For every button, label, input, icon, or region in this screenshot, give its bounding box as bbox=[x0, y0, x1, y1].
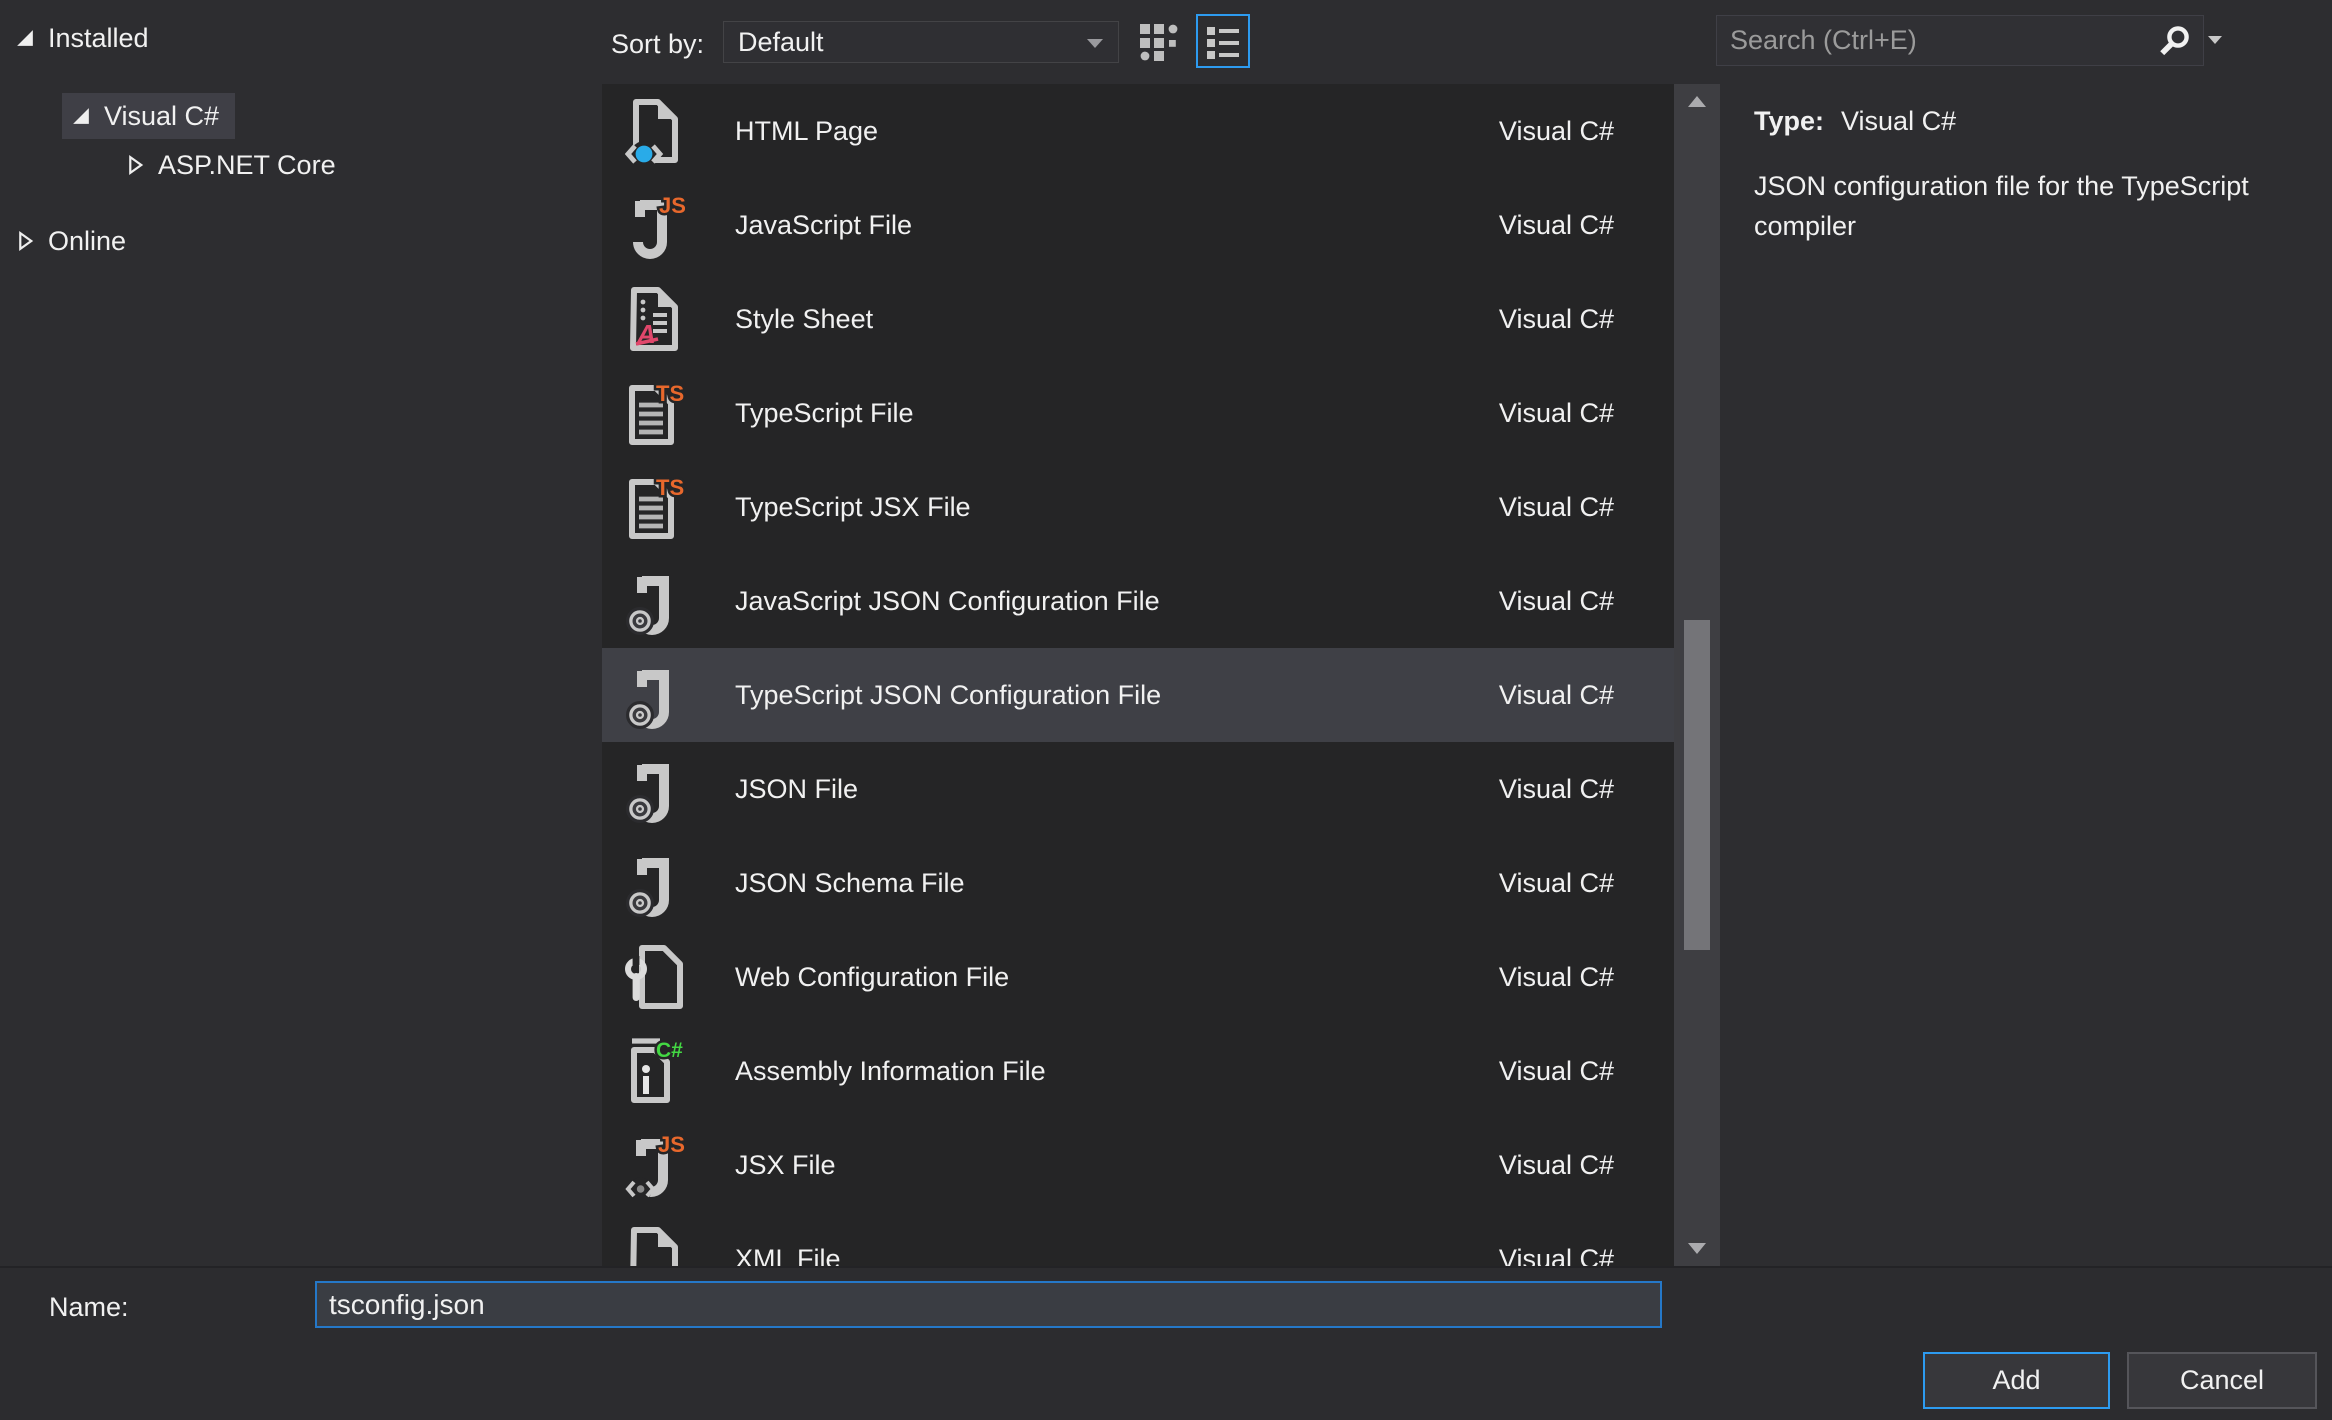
typescript-file-icon: TS bbox=[625, 378, 685, 448]
list-item[interactable]: JSON Schema File Visual C# bbox=[602, 836, 1674, 930]
search-icon[interactable] bbox=[2157, 24, 2191, 58]
template-language: Visual C# bbox=[1499, 1150, 1614, 1181]
type-value: Visual C# bbox=[1841, 106, 1956, 137]
tree-item-label: ASP.NET Core bbox=[158, 150, 336, 181]
xml-file-icon bbox=[625, 1224, 685, 1266]
list-item[interactable]: JS JavaScript File Visual C# bbox=[602, 178, 1674, 272]
sort-by-dropdown[interactable]: Default bbox=[723, 21, 1119, 63]
list-item[interactable]: TS TypeScript File Visual C# bbox=[602, 366, 1674, 460]
list-item[interactable]: TS TypeScript JSX File Visual C# bbox=[602, 460, 1674, 554]
template-name: JSON File bbox=[735, 774, 1499, 805]
svg-text:C#: C# bbox=[656, 1039, 683, 1062]
grid-view-icon[interactable] bbox=[1138, 22, 1182, 64]
tree-item-visual-csharp[interactable]: Visual C# bbox=[62, 93, 235, 139]
javascript-file-icon: JS bbox=[625, 190, 685, 260]
type-label: Type: bbox=[1754, 106, 1824, 137]
tree-item-label: Installed bbox=[48, 23, 149, 54]
template-name: Style Sheet bbox=[735, 304, 1499, 335]
template-language: Visual C# bbox=[1499, 680, 1614, 711]
list-item[interactable]: JavaScript JSON Configuration File Visua… bbox=[602, 554, 1674, 648]
list-scrollbar[interactable] bbox=[1674, 84, 1720, 1266]
template-name: TypeScript JSX File bbox=[735, 492, 1499, 523]
template-name: TypeScript File bbox=[735, 398, 1499, 429]
list-item[interactable]: XML File Visual C# bbox=[602, 1212, 1674, 1266]
list-item[interactable]: C# Assembly Information File Visual C# bbox=[602, 1024, 1674, 1118]
list-view-button[interactable] bbox=[1196, 14, 1250, 68]
list-item[interactable]: HTML Page Visual C# bbox=[602, 84, 1674, 178]
template-language: Visual C# bbox=[1499, 962, 1614, 993]
dropdown-caret-icon bbox=[1087, 39, 1103, 48]
dialog-footer: Name: Add Cancel bbox=[0, 1266, 2332, 1420]
svg-text:JS: JS bbox=[658, 1132, 685, 1157]
tree-item-label: Online bbox=[48, 226, 126, 257]
search-input[interactable] bbox=[1717, 25, 2157, 56]
scrollbar-thumb[interactable] bbox=[1684, 620, 1710, 950]
tree-item-online[interactable]: Online bbox=[14, 218, 126, 264]
list-item[interactable]: A Style Sheet Visual C# bbox=[602, 272, 1674, 366]
tree-item-aspnet-core[interactable]: ASP.NET Core bbox=[124, 142, 336, 188]
template-language: Visual C# bbox=[1499, 868, 1614, 899]
json-config-icon bbox=[625, 660, 685, 730]
template-language: Visual C# bbox=[1499, 1056, 1614, 1087]
search-box[interactable] bbox=[1716, 15, 2204, 66]
svg-text:TS: TS bbox=[656, 381, 684, 406]
svg-text:TS: TS bbox=[656, 475, 684, 500]
scroll-up-icon[interactable] bbox=[1688, 96, 1706, 107]
template-language: Visual C# bbox=[1499, 492, 1614, 523]
tree-expanded-icon[interactable] bbox=[70, 105, 92, 127]
json-config-icon bbox=[625, 848, 685, 918]
sort-by-value: Default bbox=[738, 27, 824, 58]
name-input[interactable] bbox=[315, 1281, 1662, 1328]
tree-collapsed-icon[interactable] bbox=[14, 230, 36, 252]
svg-text:JS: JS bbox=[659, 193, 685, 218]
list-view-icon bbox=[1205, 23, 1241, 59]
template-language: Visual C# bbox=[1499, 774, 1614, 805]
tree-item-label: Visual C# bbox=[104, 101, 219, 132]
list-item[interactable]: JSON File Visual C# bbox=[602, 742, 1674, 836]
assembly-info-icon: C# bbox=[625, 1036, 685, 1106]
web-config-icon bbox=[625, 942, 685, 1012]
template-name: HTML Page bbox=[735, 116, 1499, 147]
tree-item-installed[interactable]: Installed bbox=[14, 15, 149, 61]
jsx-file-icon: JS bbox=[625, 1130, 685, 1200]
style-sheet-icon: A bbox=[625, 284, 685, 354]
template-language: Visual C# bbox=[1499, 1244, 1614, 1267]
template-language: Visual C# bbox=[1499, 398, 1614, 429]
json-config-icon bbox=[625, 566, 685, 636]
scroll-down-icon[interactable] bbox=[1688, 1243, 1706, 1254]
template-language: Visual C# bbox=[1499, 586, 1614, 617]
add-button[interactable]: Add bbox=[1923, 1352, 2110, 1409]
template-name: Web Configuration File bbox=[735, 962, 1499, 993]
list-item[interactable]: Web Configuration File Visual C# bbox=[602, 930, 1674, 1024]
sort-by-label: Sort by: bbox=[611, 29, 704, 60]
list-item[interactable]: JS JSX File Visual C# bbox=[602, 1118, 1674, 1212]
name-label: Name: bbox=[49, 1292, 129, 1323]
template-name: TypeScript JSON Configuration File bbox=[735, 680, 1499, 711]
template-language: Visual C# bbox=[1499, 304, 1614, 335]
template-name: JavaScript File bbox=[735, 210, 1499, 241]
template-name: JavaScript JSON Configuration File bbox=[735, 586, 1499, 617]
template-list: HTML Page Visual C# JS JavaScript File V… bbox=[602, 84, 1674, 1266]
template-name: JSON Schema File bbox=[735, 868, 1499, 899]
html-page-icon bbox=[625, 96, 685, 166]
add-new-item-dialog: Installed Visual C# ASP.NET Core Online … bbox=[0, 0, 2332, 1420]
search-dropdown-caret-icon[interactable] bbox=[2208, 36, 2222, 44]
cancel-button[interactable]: Cancel bbox=[2127, 1352, 2317, 1409]
template-name: JSX File bbox=[735, 1150, 1499, 1181]
tree-collapsed-icon[interactable] bbox=[124, 154, 146, 176]
typescript-file-icon: TS bbox=[625, 472, 685, 542]
template-language: Visual C# bbox=[1499, 116, 1614, 147]
template-language: Visual C# bbox=[1499, 210, 1614, 241]
json-config-icon bbox=[625, 754, 685, 824]
list-item[interactable]: TypeScript JSON Configuration File Visua… bbox=[602, 648, 1674, 742]
tree-expanded-icon[interactable] bbox=[14, 27, 36, 49]
template-description: JSON configuration file for the TypeScri… bbox=[1754, 166, 2332, 246]
template-name: XML File bbox=[735, 1244, 1499, 1267]
template-name: Assembly Information File bbox=[735, 1056, 1499, 1087]
